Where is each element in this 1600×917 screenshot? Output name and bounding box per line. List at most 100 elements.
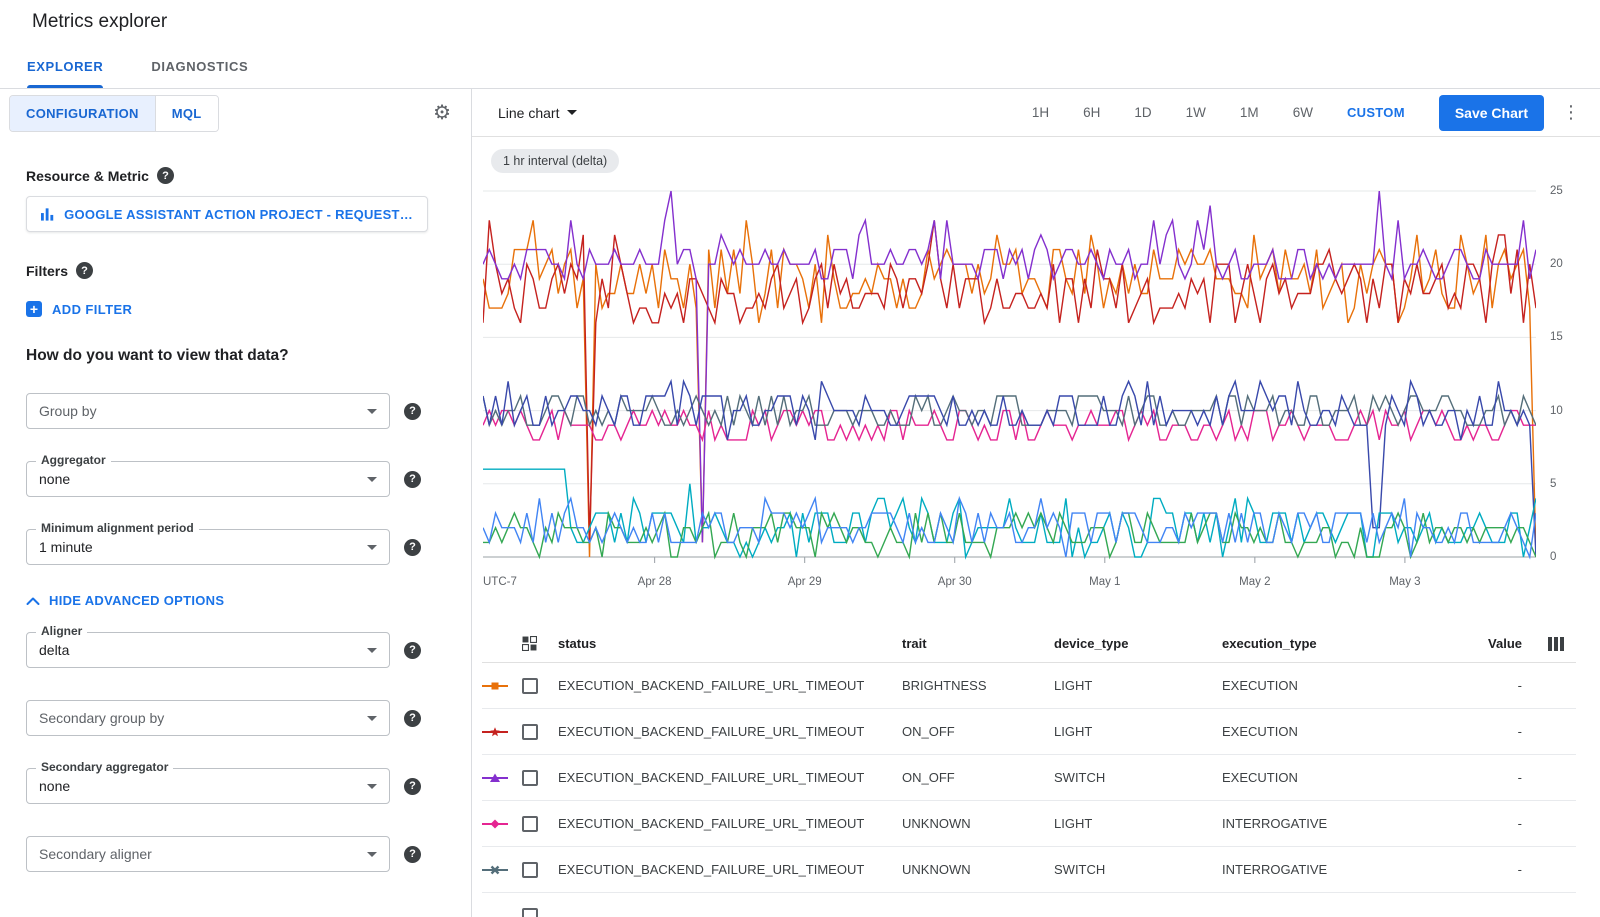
selected-metric-button[interactable]: GOOGLE ASSISTANT ACTION PROJECT - REQUES… — [26, 196, 428, 232]
x-axis-tick-label: May 1 — [1089, 576, 1120, 588]
group-by-field: Group by ? — [26, 393, 445, 429]
secondary-aligner-select[interactable]: Secondary aligner — [26, 836, 390, 872]
min-alignment-label: Minimum alignment period — [36, 521, 199, 535]
help-icon[interactable]: ? — [404, 403, 421, 420]
x-axis-tick-label: UTC-7 — [483, 576, 517, 588]
configuration-mode-button[interactable]: CONFIGURATION — [10, 96, 155, 131]
help-icon[interactable]: ? — [404, 846, 421, 863]
row-checkbox[interactable] — [522, 724, 538, 740]
row-checkbox[interactable] — [522, 678, 538, 694]
row-value: - — [1456, 816, 1522, 831]
table-row[interactable]: EXECUTION_BACKEND_FAILURE_URL_TIMEOUTUNK… — [482, 847, 1576, 893]
y-axis-tick-label: 15 — [1550, 331, 1563, 343]
x-axis-tick-label: Apr 29 — [788, 576, 822, 588]
row-checkbox[interactable] — [522, 908, 538, 917]
aggregator-value: none — [39, 471, 367, 487]
x-axis-labels: UTC-7Apr 28Apr 29Apr 30May 1May 2May 3 — [483, 576, 1536, 594]
row-checkbox[interactable] — [522, 816, 538, 832]
table-row-partial[interactable] — [482, 893, 1576, 917]
resource-metric-section: Resource & Metric ? — [26, 167, 445, 184]
row-checkbox[interactable] — [522, 770, 538, 786]
secondary-aggregator-label: Secondary aggregator — [36, 760, 173, 774]
table-header: status trait device_type execution_type … — [482, 625, 1576, 663]
help-icon[interactable]: ? — [404, 778, 421, 795]
row-trait: UNKNOWN — [902, 862, 1054, 877]
triangle-marker-icon — [482, 771, 508, 785]
aligner-label: Aligner — [36, 624, 87, 638]
time-range-1w-button[interactable]: 1W — [1186, 105, 1206, 120]
y-axis-tick-label: 20 — [1550, 258, 1563, 270]
help-icon[interactable]: ? — [404, 710, 421, 727]
view-data-heading: How do you want to view that data? — [26, 347, 445, 365]
secondary-aggregator-field: Secondary aggregator none ? — [26, 768, 445, 804]
row-status: EXECUTION_BACKEND_FAILURE_URL_TIMEOUT — [558, 862, 902, 877]
time-range-1m-button[interactable]: 1M — [1240, 105, 1259, 120]
star-marker-icon — [482, 725, 508, 739]
selected-metric-label: GOOGLE ASSISTANT ACTION PROJECT - REQUES… — [64, 207, 413, 222]
resource-metric-label: Resource & Metric — [26, 168, 149, 184]
time-range-6w-button[interactable]: 6W — [1293, 105, 1313, 120]
help-icon[interactable]: ? — [404, 539, 421, 556]
time-range-1d-button[interactable]: 1D — [1134, 105, 1151, 120]
help-icon[interactable]: ? — [404, 471, 421, 488]
column-header-device-type[interactable]: device_type — [1054, 636, 1222, 651]
column-header-trait[interactable]: trait — [902, 636, 1054, 651]
table-row[interactable]: EXECUTION_BACKEND_FAILURE_URL_TIMEOUTUNK… — [482, 801, 1576, 847]
column-settings-icon[interactable] — [1548, 637, 1564, 651]
series-marker — [482, 725, 522, 739]
more-options-icon[interactable]: ⋮ — [1562, 102, 1580, 123]
mode-toggle: CONFIGURATION MQL — [9, 95, 219, 132]
row-execution-type: EXECUTION — [1222, 724, 1456, 739]
chart-panel: Line chart 1H 6H 1D 1W 1M 6W CUSTOM Save Char… — [472, 89, 1600, 917]
hide-advanced-options-label: HIDE ADVANCED OPTIONS — [49, 593, 224, 608]
column-header-status[interactable]: status — [558, 636, 902, 651]
time-range-1h-button[interactable]: 1H — [1032, 105, 1049, 120]
line-chart[interactable]: 0510152025 — [483, 183, 1536, 573]
hide-advanced-options-button[interactable]: HIDE ADVANCED OPTIONS — [26, 593, 224, 608]
y-axis-labels: 0510152025 — [1536, 183, 1576, 573]
table-row[interactable]: EXECUTION_BACKEND_FAILURE_URL_TIMEOUTBRI… — [482, 663, 1576, 709]
column-header-value[interactable]: Value — [1456, 636, 1522, 651]
secondary-aggregator-select[interactable]: Secondary aggregator none — [26, 768, 390, 804]
time-range-custom-button[interactable]: CUSTOM — [1347, 105, 1405, 120]
help-icon[interactable]: ? — [76, 262, 93, 279]
gear-icon[interactable]: ⚙︎ — [433, 103, 451, 123]
x-axis-tick-label: Apr 28 — [638, 576, 672, 588]
aggregator-select[interactable]: Aggregator none — [26, 461, 390, 497]
mql-mode-button[interactable]: MQL — [155, 96, 218, 131]
series-marker — [482, 817, 522, 831]
group-by-placeholder: Group by — [39, 403, 367, 419]
legend-toggle-icon[interactable] — [522, 636, 537, 651]
add-filter-button[interactable]: + ADD FILTER — [26, 301, 132, 317]
row-status: EXECUTION_BACKEND_FAILURE_URL_TIMEOUT — [558, 724, 902, 739]
bar-chart-icon — [41, 207, 54, 221]
help-icon[interactable]: ? — [404, 642, 421, 659]
row-status: EXECUTION_BACKEND_FAILURE_URL_TIMEOUT — [558, 816, 902, 831]
row-execution-type: INTERROGATIVE — [1222, 862, 1456, 877]
aligner-value: delta — [39, 642, 367, 658]
secondary-group-by-select[interactable]: Secondary group by — [26, 700, 390, 736]
table-body: EXECUTION_BACKEND_FAILURE_URL_TIMEOUTBRI… — [482, 663, 1576, 917]
table-row[interactable]: EXECUTION_BACKEND_FAILURE_URL_TIMEOUTON_… — [482, 709, 1576, 755]
min-alignment-value: 1 minute — [39, 539, 367, 555]
min-alignment-select[interactable]: Minimum alignment period 1 minute — [26, 529, 390, 565]
tab-diagnostics[interactable]: DIAGNOSTICS — [151, 44, 272, 88]
aligner-select[interactable]: Aligner delta — [26, 632, 390, 668]
chart-block: 1 hr interval (delta) 0510152025 UTC-7Ap… — [472, 137, 1600, 609]
tab-explorer[interactable]: EXPLORER — [27, 44, 127, 88]
chevron-down-icon — [367, 648, 377, 653]
series-marker — [482, 771, 522, 785]
page-title: Metrics explorer — [32, 11, 167, 33]
row-execution-type: EXECUTION — [1222, 678, 1456, 693]
group-by-select[interactable]: Group by — [26, 393, 390, 429]
time-range-6h-button[interactable]: 6H — [1083, 105, 1100, 120]
y-axis-tick-label: 10 — [1550, 405, 1563, 417]
save-chart-button[interactable]: Save Chart — [1439, 95, 1544, 131]
row-checkbox[interactable] — [522, 862, 538, 878]
table-row[interactable]: EXECUTION_BACKEND_FAILURE_URL_TIMEOUTON_… — [482, 755, 1576, 801]
column-header-execution-type[interactable]: execution_type — [1222, 636, 1456, 651]
tab-bar: EXPLORER DIAGNOSTICS — [0, 44, 1600, 89]
aggregator-label: Aggregator — [36, 453, 111, 467]
chart-type-dropdown[interactable]: Line chart — [498, 105, 577, 121]
help-icon[interactable]: ? — [157, 167, 174, 184]
